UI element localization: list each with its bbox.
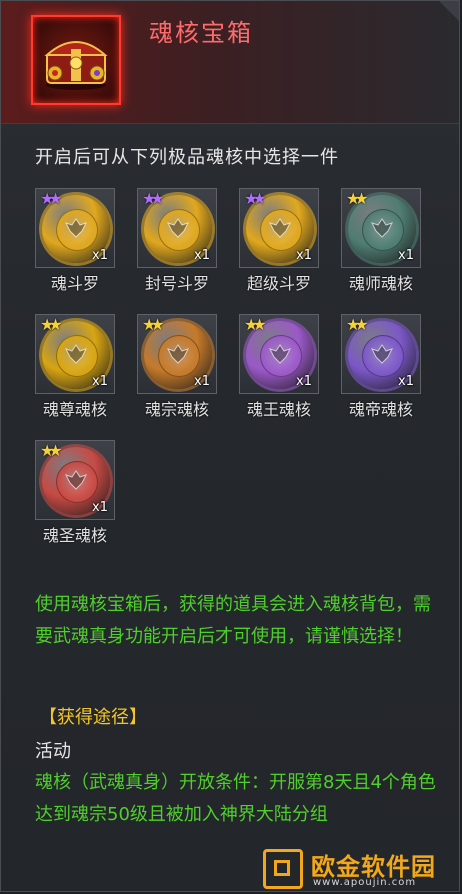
soul-core-item[interactable]: ★★ x1 魂帝魂核 (341, 314, 421, 420)
item-slot[interactable]: ★★ x1 (341, 188, 421, 268)
item-tooltip-panel: 魂核宝箱 开启后可从下列极品魂核中选择一件 ★★ x1 魂斗罗 ★★ x1 封号斗罗 ★★ x… (0, 0, 460, 892)
item-slot[interactable]: ★★ x1 (341, 314, 421, 394)
item-label: 超级斗罗 (246, 274, 311, 293)
item-quantity: x1 (194, 374, 210, 389)
core-emblem-icon (269, 218, 291, 238)
item-slot[interactable]: ★★ x1 (35, 188, 115, 268)
item-quantity: x1 (398, 248, 414, 263)
soul-core-item[interactable]: ★★ x1 魂斗罗 (35, 188, 115, 294)
item-quantity: x1 (296, 248, 312, 263)
soul-core-item[interactable]: ★★ x1 魂尊魂核 (35, 314, 115, 420)
core-emblem-icon (167, 218, 189, 238)
tooltip-header: 魂核宝箱 (1, 1, 459, 124)
rarity-stars-icon: ★★ (40, 315, 63, 334)
corner-notch (439, 1, 459, 23)
item-slot[interactable]: ★★ x1 (35, 440, 115, 520)
treasure-chest-icon (44, 41, 108, 90)
soul-core-item[interactable]: ★★ x1 魂宗魂核 (137, 314, 217, 420)
item-label: 魂圣魂核 (42, 526, 107, 545)
core-emblem-icon (65, 344, 87, 364)
soul-core-item[interactable]: ★★ x1 魂师魂核 (341, 188, 421, 294)
watermark-url: www.apoujin.com (313, 877, 417, 888)
item-quantity: x1 (296, 374, 312, 389)
rarity-stars-icon: ★★ (346, 315, 369, 334)
usage-description: 使用魂核宝箱后，获得的道具会进入魂核背包，需要武魂真身功能开启后才可使用，请谨慎… (35, 594, 431, 647)
item-slot[interactable]: ★★ x1 (137, 188, 217, 268)
item-slot[interactable]: ★★ x1 (239, 188, 319, 268)
item-quantity: x1 (92, 248, 108, 263)
core-emblem-icon (269, 344, 291, 364)
item-label: 魂尊魂核 (42, 400, 107, 419)
item-label: 魂师魂核 (348, 274, 413, 293)
rarity-stars-icon: ★★ (40, 189, 63, 208)
rarity-stars-icon: ★★ (244, 189, 267, 208)
source-heading: 【获得途径】 (39, 707, 147, 728)
soul-core-item[interactable]: ★★ x1 超级斗罗 (239, 188, 319, 294)
item-slot[interactable]: ★★ x1 (239, 314, 319, 394)
item-slot[interactable]: ★★ x1 (35, 314, 115, 394)
soul-core-item[interactable]: ★★ x1 魂王魂核 (239, 314, 319, 420)
site-watermark: 欧金软件园 www.apoujin.com (263, 847, 459, 891)
item-quantity: x1 (194, 248, 210, 263)
item-quantity: x1 (92, 374, 108, 389)
source-activity: 活动 (35, 741, 71, 762)
rarity-stars-icon: ★★ (142, 315, 165, 334)
core-emblem-icon (65, 470, 87, 490)
item-quantity: x1 (92, 500, 108, 515)
item-quantity: x1 (398, 374, 414, 389)
item-label: 封号斗罗 (144, 274, 209, 293)
rarity-stars-icon: ★★ (244, 315, 267, 334)
item-title: 魂核宝箱 (149, 19, 253, 47)
core-emblem-icon (167, 344, 189, 364)
choose-instruction: 开启后可从下列极品魂核中选择一件 (35, 147, 339, 168)
item-label: 魂宗魂核 (144, 400, 209, 419)
item-label: 魂王魂核 (246, 400, 311, 419)
rarity-stars-icon: ★★ (142, 189, 165, 208)
item-label: 魂斗罗 (50, 274, 99, 293)
item-slot[interactable]: ★★ x1 (137, 314, 217, 394)
item-icon-frame (31, 15, 121, 105)
core-emblem-icon (371, 218, 393, 238)
rarity-stars-icon: ★★ (40, 441, 63, 460)
rarity-stars-icon: ★★ (346, 189, 369, 208)
soul-core-item[interactable]: ★★ x1 魂圣魂核 (35, 440, 115, 546)
item-label: 魂帝魂核 (348, 400, 413, 419)
core-emblem-icon (65, 218, 87, 238)
unlock-condition: 魂核（武魂真身）开放条件：开服第8天且4个角色达到魂宗50级且被加入神界大陆分组 (35, 772, 436, 825)
watermark-logo-icon (263, 849, 303, 889)
core-emblem-icon (371, 344, 393, 364)
soul-core-item[interactable]: ★★ x1 封号斗罗 (137, 188, 217, 294)
